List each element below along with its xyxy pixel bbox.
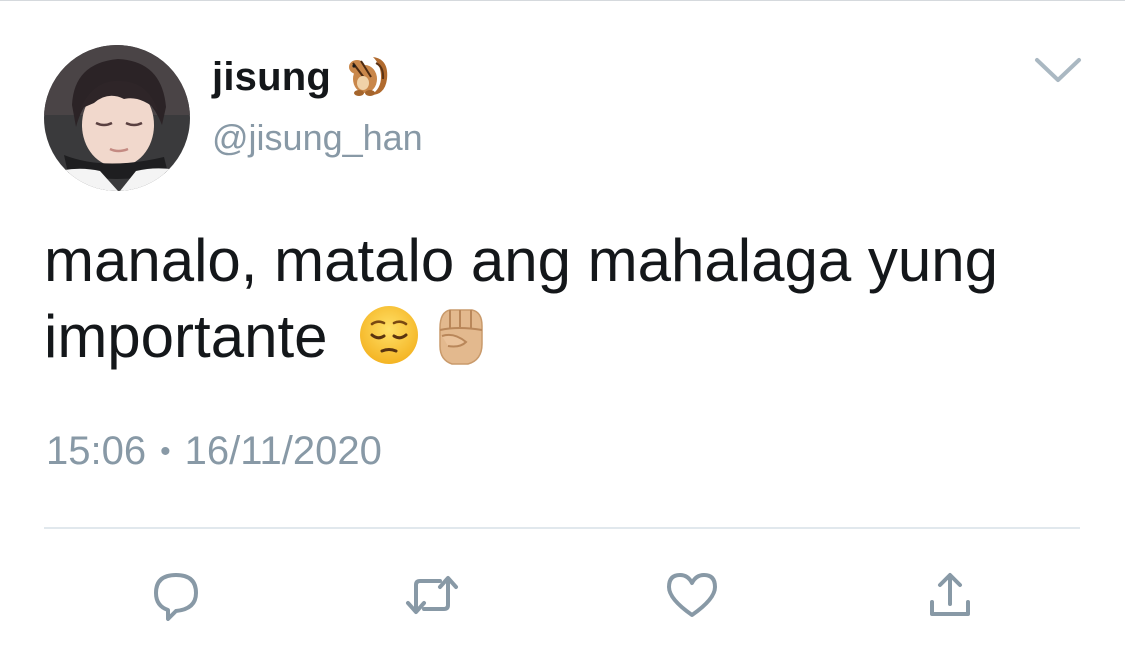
heart-icon — [667, 573, 717, 617]
user-handle[interactable]: @jisung_han — [212, 117, 423, 159]
tweet-timestamp[interactable]: 15:06 • 16/11/2020 — [46, 429, 382, 474]
tweet-time: 15:06 — [46, 429, 147, 473]
tweet-card: jisung @jisung_han manalo, matalo ang ma… — [0, 0, 1125, 653]
reply-button[interactable] — [148, 567, 204, 623]
display-name-row: jisung — [212, 49, 395, 106]
separator: • — [160, 434, 171, 468]
avatar-image — [44, 45, 190, 191]
tweet-text-line-2: importante — [44, 299, 1084, 375]
tweet-text-line-1: manalo, matalo ang mahalaga yung — [44, 227, 998, 294]
raised-fist-icon — [439, 309, 483, 365]
tweet-text-line-2-words: importante — [44, 303, 328, 370]
chipmunk-icon — [343, 49, 395, 106]
reply-icon — [154, 573, 198, 621]
tweet-text: manalo, matalo ang mahalaga yung importa… — [44, 223, 1084, 375]
pensive-face-icon — [360, 306, 419, 365]
share-icon — [930, 573, 970, 616]
display-name[interactable]: jisung — [212, 55, 331, 100]
avatar[interactable] — [44, 45, 190, 191]
divider — [44, 527, 1080, 529]
retweet-button[interactable] — [404, 567, 460, 623]
share-button[interactable] — [922, 567, 978, 623]
like-button[interactable] — [664, 567, 720, 623]
tweet-emojis — [358, 302, 490, 368]
chevron-down-icon[interactable] — [1033, 56, 1083, 86]
retweet-icon — [406, 576, 458, 614]
tweet-date: 16/11/2020 — [184, 429, 382, 473]
